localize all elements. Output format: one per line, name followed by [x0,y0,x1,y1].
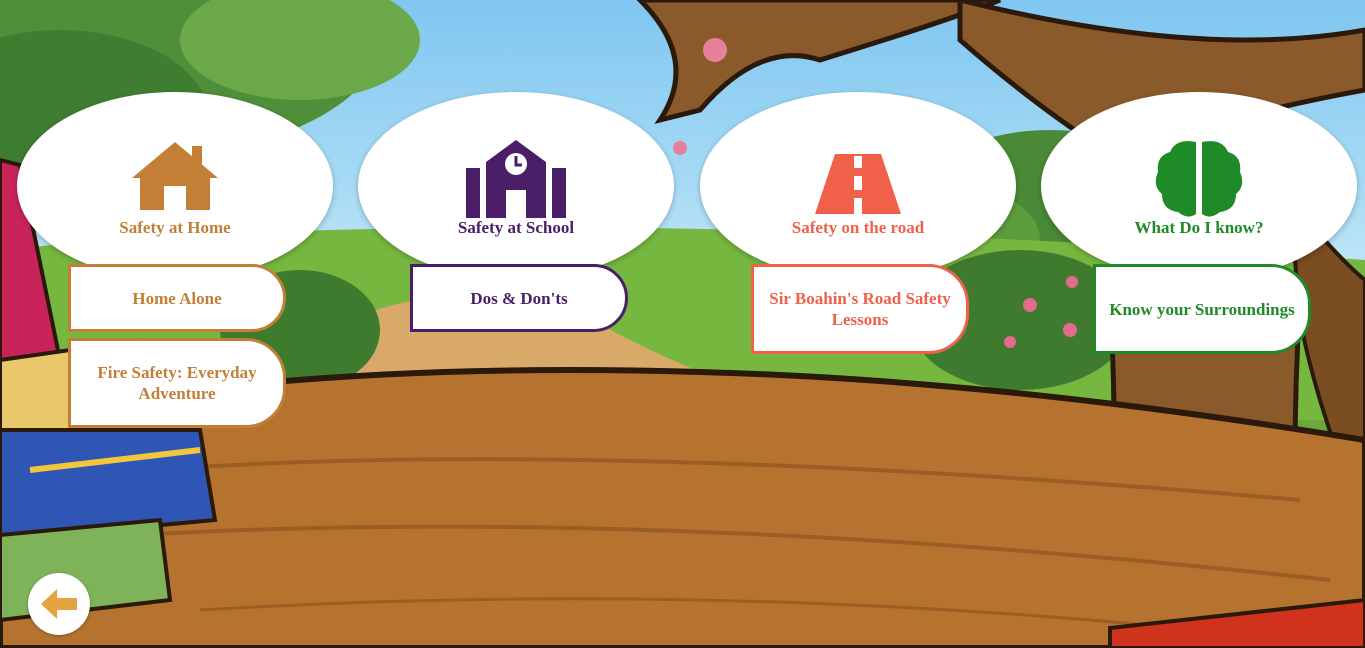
house-icon [17,138,333,220]
know-surroundings-button[interactable]: Know your Surroundings [1093,264,1311,354]
category-title: Safety at Home [119,218,231,237]
category-title: Safety on the road [791,218,925,237]
back-arrow-icon [41,589,77,619]
category-card-road: Safety on the road [700,92,1016,280]
fire-safety-button[interactable]: Fire Safety: Everyday Adventure [68,338,286,428]
category-card-know: What Do I know? [1041,92,1357,280]
brain-icon [1041,138,1357,220]
background-scene: Safety at Home Safety at School Safety o… [0,0,1365,648]
road-safety-lessons-button[interactable]: Sir Boahin's Road Safety Lessons [751,264,969,354]
category-card-home: Safety at Home [17,92,333,280]
road-icon [700,138,1016,220]
category-card-school: Safety at School [358,92,674,280]
school-building-icon [358,138,674,220]
category-title: What Do I know? [1134,218,1264,237]
back-button[interactable] [28,573,90,635]
category-title: Safety at School [457,218,575,237]
home-alone-button[interactable]: Home Alone [68,264,286,332]
dos-donts-button[interactable]: Dos & Don'ts [410,264,628,332]
